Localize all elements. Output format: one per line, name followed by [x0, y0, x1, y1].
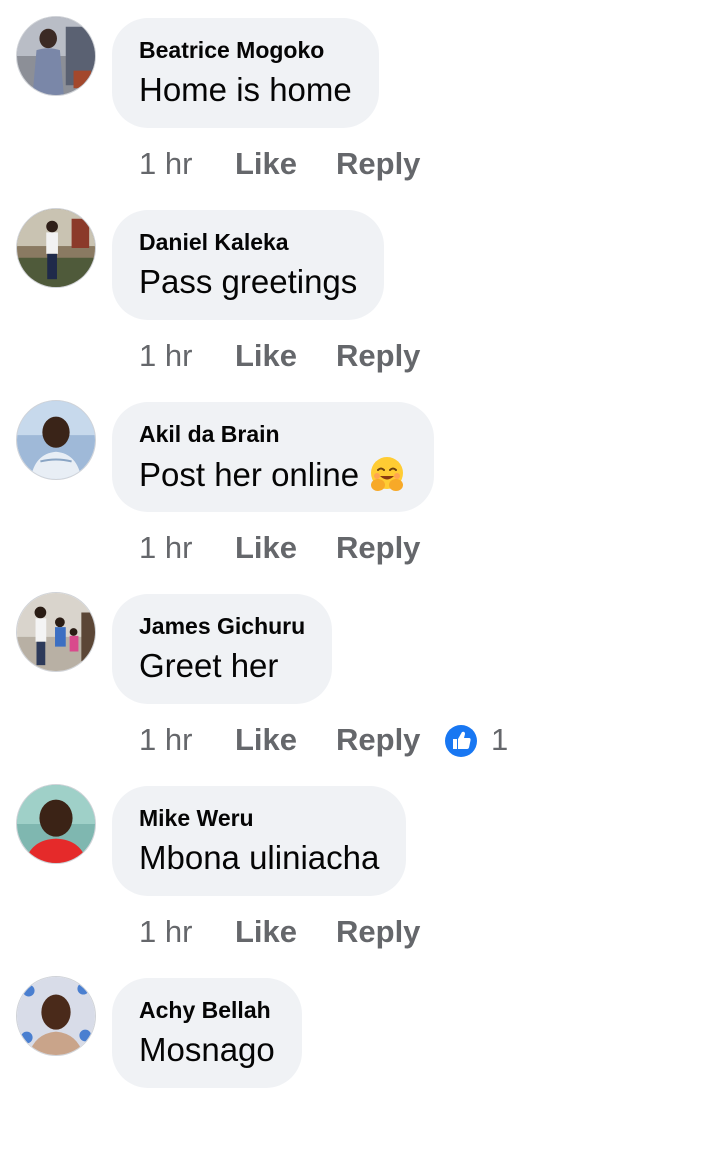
avatar[interactable]: [16, 784, 96, 864]
reaction-count[interactable]: 1: [491, 720, 508, 760]
reply-button[interactable]: Reply: [336, 336, 420, 376]
comment-item: Akil da Brain Post her online 1 hr Like …: [0, 384, 720, 576]
reply-button[interactable]: Reply: [336, 144, 420, 184]
avatar[interactable]: [16, 976, 96, 1056]
reply-button[interactable]: Reply: [336, 528, 420, 568]
avatar[interactable]: [16, 16, 96, 96]
comment-author[interactable]: Daniel Kaleka: [139, 228, 357, 256]
comment-author[interactable]: Achy Bellah: [139, 996, 275, 1024]
avatar[interactable]: [16, 208, 96, 288]
like-button[interactable]: Like: [235, 720, 297, 760]
comment-item: Beatrice Mogoko Home is home 1 hr Like R…: [0, 0, 720, 192]
reply-button[interactable]: Reply: [336, 912, 420, 952]
comment-author[interactable]: Beatrice Mogoko: [139, 36, 352, 64]
avatar[interactable]: [16, 400, 96, 480]
comment-timestamp[interactable]: 1 hr: [139, 528, 192, 568]
comment-bubble: Beatrice Mogoko Home is home: [112, 18, 379, 128]
comment-author[interactable]: Mike Weru: [139, 804, 379, 832]
comment-item: Mike Weru Mbona uliniacha 1 hr Like Repl…: [0, 768, 720, 960]
comment-author[interactable]: James Gichuru: [139, 612, 305, 640]
comment-timestamp[interactable]: 1 hr: [139, 720, 192, 760]
like-button[interactable]: Like: [235, 144, 297, 184]
like-button[interactable]: Like: [235, 912, 297, 952]
comment-text: Pass greetings: [139, 263, 358, 300]
comment-text: Home is home: [139, 71, 352, 108]
comment-item: James Gichuru Greet her 1 hr Like Reply …: [0, 576, 720, 768]
comment-timestamp[interactable]: 1 hr: [139, 144, 192, 184]
like-button[interactable]: Like: [235, 528, 297, 568]
comment-bubble: James Gichuru Greet her: [112, 594, 333, 704]
thumbs-up-icon[interactable]: [444, 724, 478, 758]
comment-text-line: Post her online: [139, 454, 407, 495]
comment-bubble: Achy Bellah Mosnago: [112, 978, 302, 1088]
comment-item: Daniel Kaleka Pass greetings 1 hr Like R…: [0, 192, 720, 384]
comment-bubble: Mike Weru Mbona uliniacha: [112, 786, 407, 896]
comment-timestamp[interactable]: 1 hr: [139, 336, 192, 376]
comment-bubble: Daniel Kaleka Pass greetings: [112, 210, 385, 320]
like-button[interactable]: Like: [235, 336, 297, 376]
comment-text: Post her online: [139, 456, 360, 493]
comment-item: Achy Bellah Mosnago: [0, 960, 720, 1152]
comment-bubble: Akil da Brain Post her online: [112, 402, 435, 512]
comment-text: Greet her: [139, 647, 279, 684]
avatar[interactable]: [16, 592, 96, 672]
comment-author[interactable]: Akil da Brain: [139, 420, 407, 448]
comment-text: Mosnago: [139, 1031, 275, 1068]
comment-text: Mbona uliniacha: [139, 839, 380, 876]
hugging-face-emoji: [367, 454, 407, 494]
comment-timestamp[interactable]: 1 hr: [139, 912, 192, 952]
reply-button[interactable]: Reply: [336, 720, 420, 760]
